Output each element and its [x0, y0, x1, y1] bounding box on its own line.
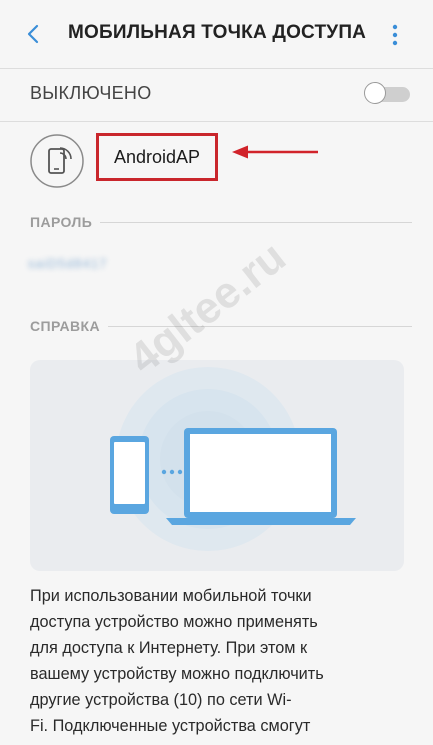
password-header-label: ПАРОЛЬ: [30, 214, 101, 230]
toggle-divider: [0, 121, 433, 122]
app-bar: МОБИЛЬНАЯ ТОЧКА ДОСТУПА: [0, 0, 433, 68]
help-description: При использовании мобильной точки доступ…: [30, 587, 324, 735]
toggle-state-label: ВЫКЛЮЧЕНО: [30, 83, 152, 103]
devices-illustration: [110, 367, 356, 551]
network-name-highlight: AndroidAP: [96, 133, 218, 181]
hotspot-icon: [30, 134, 84, 188]
network-name-row[interactable]: AndroidAP: [0, 124, 433, 198]
hotspot-switch[interactable]: [364, 82, 410, 106]
hotspot-illustration: [30, 360, 404, 571]
help-header-label: СПРАВКА: [30, 318, 108, 334]
network-name: AndroidAP: [113, 146, 201, 167]
header-divider: [0, 68, 433, 69]
arrow-left-icon: [232, 145, 318, 159]
password-value[interactable]: saiD5d8417: [28, 256, 128, 276]
chevron-left-icon[interactable]: [22, 22, 46, 46]
password-section-header: ПАРОЛЬ: [30, 214, 412, 232]
switch-thumb: [364, 82, 386, 104]
laptop-icon: [166, 428, 356, 525]
phone-icon: [110, 436, 149, 514]
hotspot-toggle-row[interactable]: ВЫКЛЮЧЕНО: [0, 70, 433, 120]
help-section-header: СПРАВКА: [30, 318, 412, 336]
more-vertical-icon[interactable]: [383, 22, 407, 48]
page-title: МОБИЛЬНАЯ ТОЧКА ДОСТУПА: [68, 22, 367, 43]
